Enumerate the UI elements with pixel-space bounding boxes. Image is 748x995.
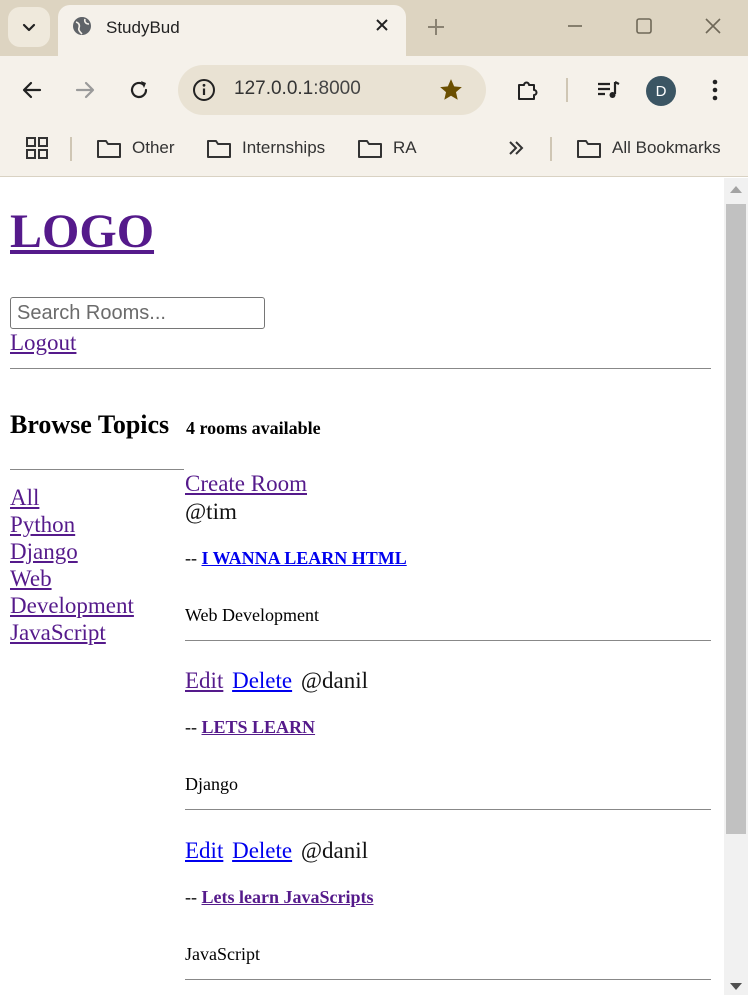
all-bookmarks-folder[interactable]: All Bookmarks — [576, 137, 721, 159]
room-title-row: -- I WANNA LEARN HTML — [185, 548, 711, 569]
room-header: Edit Delete @danil — [185, 837, 711, 864]
address-bar[interactable]: 127.0.0.1:8000 — [178, 65, 486, 115]
room-header: @tim — [185, 498, 711, 525]
header-divider — [10, 368, 711, 369]
globe-icon — [73, 17, 91, 35]
minimize-icon[interactable] — [563, 14, 587, 38]
search-rooms-input[interactable] — [10, 297, 265, 329]
bookmarks-divider — [550, 137, 552, 161]
extensions-puzzle-icon[interactable] — [514, 76, 542, 104]
site-info-icon[interactable] — [192, 78, 216, 102]
bookmark-folder-ra[interactable]: RA — [357, 137, 417, 159]
folder-icon — [577, 140, 601, 158]
room-title-row: -- Lets learn JavaScripts — [185, 887, 711, 908]
delete-room-link[interactable]: Delete — [232, 838, 292, 863]
browse-topics-heading: Browse Topics — [10, 410, 170, 439]
reload-icon[interactable] — [125, 76, 153, 104]
media-queue-icon[interactable] — [594, 76, 622, 104]
logout-link[interactable]: Logout — [10, 330, 76, 356]
room-title-link[interactable]: LETS LEARN — [202, 717, 316, 737]
room-host: @danil — [300, 838, 369, 863]
chevron-down-icon — [22, 23, 36, 32]
edit-room-link[interactable]: Edit — [185, 838, 223, 863]
window-close-icon[interactable] — [701, 14, 725, 38]
tab-search-button[interactable] — [8, 7, 50, 47]
tab-strip: StudyBud — [0, 0, 748, 56]
room-divider — [185, 979, 711, 980]
folder-icon — [97, 140, 121, 158]
topic-link-javascript[interactable]: JavaScript — [10, 619, 182, 646]
topic-link-django[interactable]: Django — [10, 538, 182, 565]
room-title-row: -- LETS LEARN — [185, 717, 711, 738]
topic-link-python[interactable]: Python — [10, 511, 182, 538]
logo-link[interactable]: LOGO — [10, 208, 154, 256]
scroll-up-arrow-icon[interactable] — [730, 186, 742, 193]
room-dash: -- — [185, 548, 197, 568]
create-room-link[interactable]: Create Room — [185, 471, 307, 497]
room-title-link[interactable]: I WANNA LEARN HTML — [202, 548, 407, 568]
scroll-down-arrow-icon[interactable] — [730, 983, 742, 990]
room-divider — [185, 640, 711, 641]
room-item: @tim -- I WANNA LEARN HTML Web Developme… — [185, 498, 711, 641]
room-header: Edit Delete @danil — [185, 667, 711, 694]
bookmarks-divider — [70, 137, 72, 161]
maximize-icon[interactable] — [632, 14, 656, 38]
rooms-count: 4 rooms available — [186, 418, 321, 438]
toolbar-divider — [566, 78, 568, 102]
page-viewport: LOGO Logout Browse Topics 4 rooms availa… — [0, 178, 724, 995]
folder-icon — [358, 140, 382, 158]
room-item: Edit Delete @danil -- Lets learn JavaScr… — [185, 837, 711, 980]
browser-tab[interactable]: StudyBud — [58, 5, 406, 56]
bookmark-folder-other[interactable]: Other — [96, 137, 175, 159]
room-host: @tim — [185, 499, 237, 524]
scrollbar-thumb[interactable] — [726, 204, 746, 834]
edit-room-link[interactable]: Edit — [185, 668, 223, 693]
bookmarks-bar: Other Internships RA All Bookmarks — [0, 124, 748, 177]
room-host: @danil — [300, 668, 369, 693]
bookmark-star-icon[interactable] — [438, 77, 464, 103]
topic-link-development[interactable]: Development — [10, 592, 182, 619]
folder-icon — [207, 140, 231, 158]
topic-link-web[interactable]: Web — [10, 565, 182, 592]
room-divider — [185, 809, 711, 810]
topics-list: All Python Django Web Development JavaSc… — [10, 484, 182, 646]
tab-title: StudyBud — [106, 18, 180, 37]
delete-room-link[interactable]: Delete — [232, 668, 292, 693]
bookmark-folder-internships[interactable]: Internships — [206, 137, 325, 159]
back-arrow-icon[interactable] — [18, 76, 46, 104]
new-tab-plus-icon[interactable] — [424, 15, 448, 39]
more-bookmarks-chevron-icon[interactable] — [506, 138, 536, 158]
room-item: Edit Delete @danil -- LETS LEARN Django — [185, 667, 711, 810]
page-scrollbar[interactable] — [724, 178, 748, 995]
close-tab-icon[interactable] — [372, 15, 392, 35]
profile-avatar[interactable]: D — [646, 76, 676, 106]
apps-grid-icon[interactable] — [25, 136, 59, 160]
kebab-menu-icon[interactable] — [701, 76, 729, 104]
room-title-link[interactable]: Lets learn JavaScripts — [202, 887, 374, 907]
topic-link-all[interactable]: All — [10, 484, 182, 511]
forward-arrow-icon[interactable] — [71, 76, 99, 104]
url-text[interactable]: 127.0.0.1:8000 — [234, 78, 361, 100]
room-dash: -- — [185, 717, 197, 737]
room-dash: -- — [185, 887, 197, 907]
browser-toolbar: 127.0.0.1:8000 D — [0, 56, 748, 124]
topics-divider — [10, 469, 184, 470]
room-topic: Django — [185, 774, 238, 794]
room-topic: JavaScript — [185, 944, 260, 964]
room-topic: Web Development — [185, 605, 320, 625]
